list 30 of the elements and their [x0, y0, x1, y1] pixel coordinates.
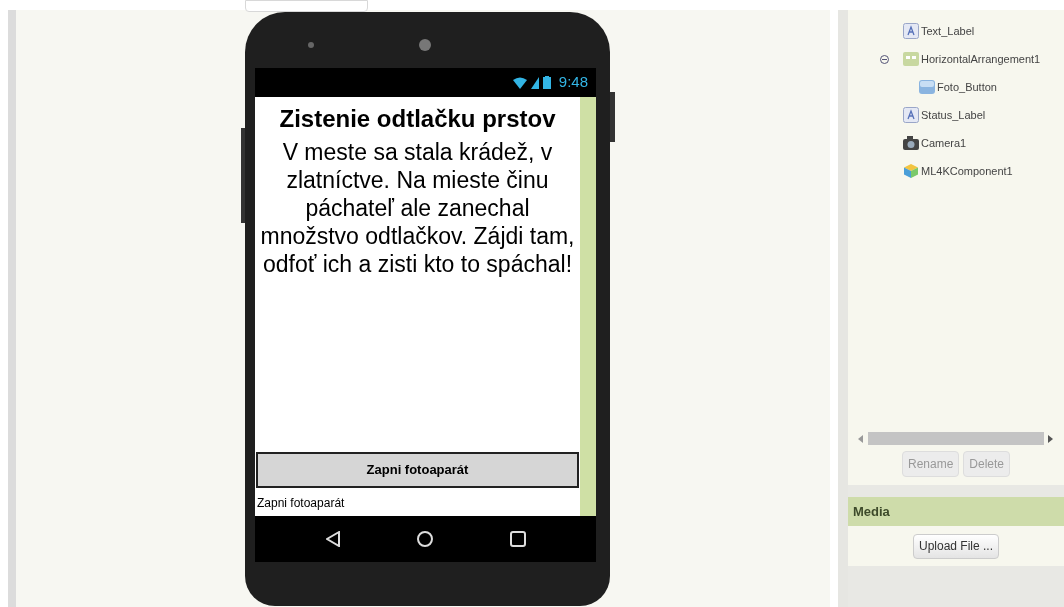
camera-icon: [903, 135, 919, 151]
speaker-icon: [418, 38, 432, 52]
arrangement-icon: [903, 51, 919, 67]
scroll-left-icon[interactable]: [858, 434, 864, 443]
component-name[interactable]: Status_Label: [921, 106, 986, 124]
story-text: V meste sa stala krádež, v zlatníctve. Na mieste činu páchateľ ale zanechal množstvo odtlačkov. Zájdi tam, odfoť ich a zisti kto to spáchal!: [259, 138, 576, 278]
camera-icon: [308, 42, 314, 48]
component-name[interactable]: HorizontalArrangement1: [921, 50, 1041, 68]
battery-icon: [542, 76, 551, 89]
status-label: Zapni fotoaparát: [256, 495, 346, 512]
media-header: Media: [848, 497, 1064, 526]
wifi-icon: [512, 76, 527, 89]
component-name[interactable]: Foto_Button: [937, 78, 997, 96]
component-name[interactable]: Camera1: [921, 134, 967, 152]
component-name[interactable]: Text_Label: [921, 22, 975, 40]
component-name[interactable]: ML4KComponent1: [921, 162, 1013, 180]
cube-icon: [903, 163, 919, 179]
label-icon: [903, 23, 919, 39]
screen-title: Zistenie odtlačku prstov: [278, 104, 557, 134]
label-icon: [903, 107, 919, 123]
camera-button[interactable]: Zapni fotoaparát: [256, 452, 579, 488]
signal-icon: [530, 76, 539, 89]
upload-button[interactable]: Upload File ...: [912, 533, 999, 559]
back-icon[interactable]: [325, 531, 340, 547]
scroll-right-icon[interactable]: [1048, 434, 1054, 443]
button-icon: [919, 79, 935, 95]
horizontal-scrollbar[interactable]: [868, 432, 1044, 445]
recents-icon[interactable]: [509, 531, 526, 547]
home-icon[interactable]: [416, 531, 433, 547]
status-time: 9:48: [558, 72, 588, 93]
